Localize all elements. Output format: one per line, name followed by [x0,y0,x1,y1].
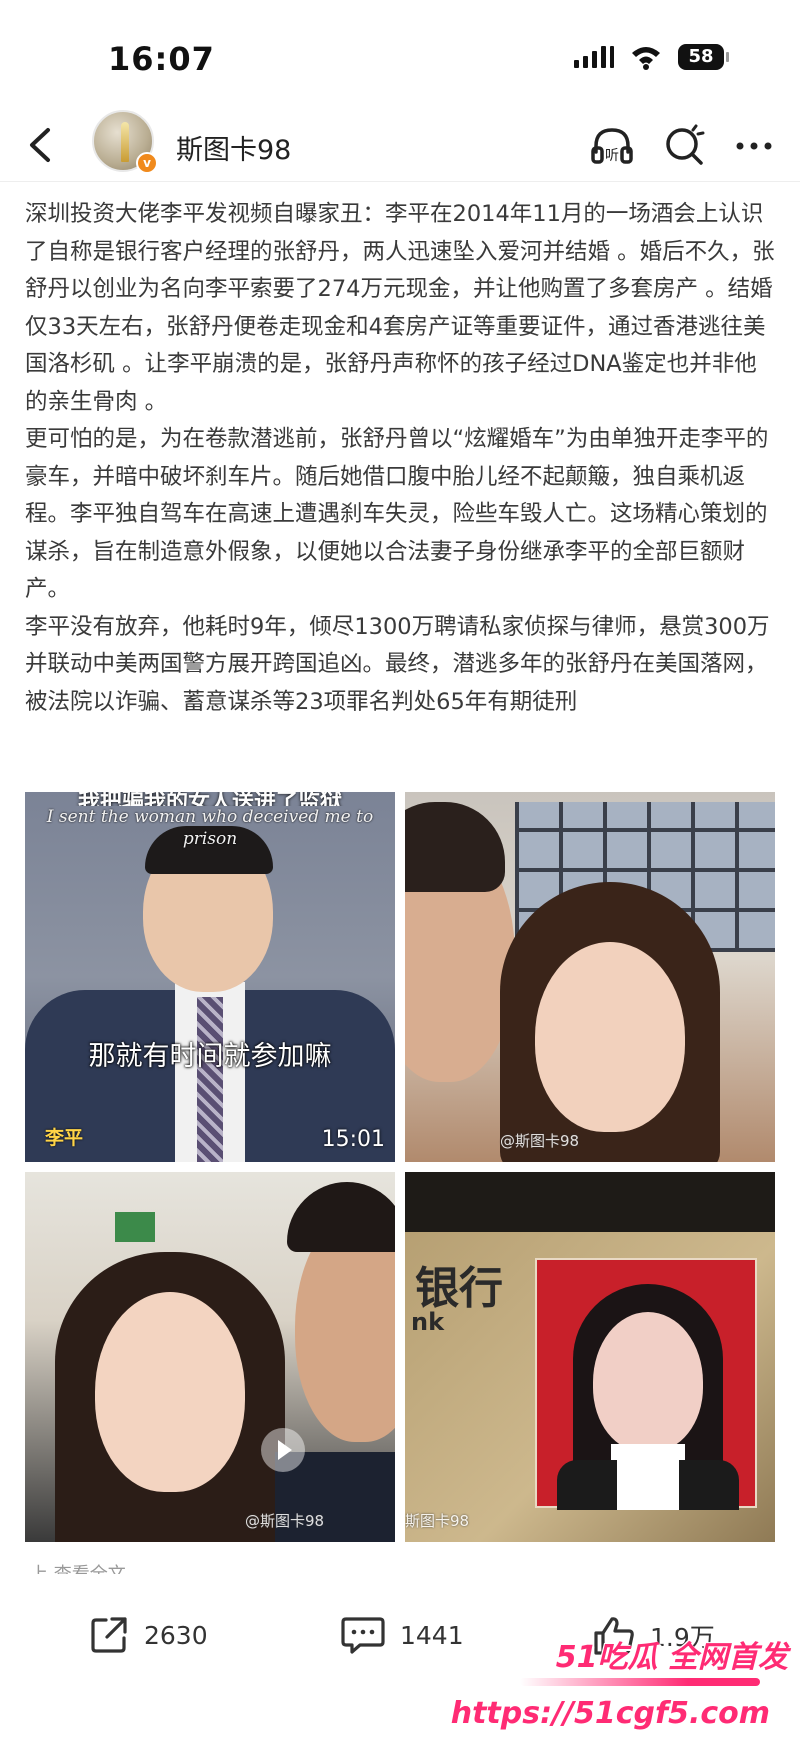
listen-button[interactable]: 听 [588,122,636,170]
wifi-icon [632,47,660,70]
back-button[interactable] [18,118,66,172]
battery-icon: 58 [678,44,729,70]
image-watermark: 斯图卡98 [405,1512,470,1530]
cellular-signal-icon [574,46,614,68]
more-icon [736,142,772,150]
post-paragraph: 李平没有放弃，他耗时9年，倾尽1300万聘请私家侦探与律师，悬赏300万并联动中… [25,613,770,715]
promo-watermark: 51吃瓜 全网首发 https://51cgf5.com [451,1620,800,1738]
image-watermark: @斯图卡98 [500,1132,580,1150]
comment-icon [341,1617,385,1654]
status-icons: 58 [574,44,729,70]
promo-url: https://51cgf5.com [450,1696,770,1731]
post-header: v 斯图卡98 听 [0,108,800,182]
svg-text:听: 听 [605,148,619,164]
video-caption-cn: 我把骗我的女人送进了监狱 [77,792,342,806]
promo-swoosh [520,1678,760,1686]
photo-id-card[interactable]: 银行 nk 斯图卡98 [405,1172,775,1542]
photo-couple-selfie[interactable]: @斯图卡98 [405,792,775,1162]
comment-button[interactable]: 1441 [340,1614,464,1656]
more-button[interactable] [730,122,778,170]
play-icon [261,1428,305,1472]
share-button[interactable]: 2630 [88,1614,208,1656]
bank-sign-sub: nk [411,1308,445,1336]
status-time: 16:07 [108,40,215,78]
back-chevron-icon [30,128,50,162]
comment-count: 1441 [400,1620,464,1650]
share-count: 2630 [144,1620,208,1650]
image-watermark: @斯图卡98 [245,1512,325,1530]
listen-headphones-icon: 听 [591,128,633,164]
bank-sign-text: 银行 [415,1263,503,1314]
id-portrait [535,1258,757,1510]
promo-title: 51吃瓜 全网首发 [555,1640,788,1675]
post-paragraph: 更可怕的是，为在卷款潜逃前，张舒丹曾以“炫耀婚车”为由单独开走李平的豪车，并暗中… [25,426,769,602]
video-caption-en: I sent the woman who deceived me to pris… [46,807,374,849]
verified-badge-icon: v [136,152,158,174]
post-body-text: 深圳投资大佬李平发视频自曝家丑：李平在2014年11月的一场酒会上认识了自称是银… [25,196,777,721]
search-icon [666,124,705,165]
username[interactable]: 斯图卡98 [176,128,291,167]
video-duration: 15:01 [321,1127,385,1152]
video-subtitle: 那就有时间就参加嘛 [88,1041,332,1072]
share-icon [91,1617,127,1653]
status-bar: 16:07 58 [0,0,800,110]
search-button[interactable] [660,122,708,170]
photo-couple-selfie-2[interactable]: @斯图卡98 [25,1172,395,1542]
video-name-tag: 李平 [45,1127,84,1149]
more-hint-text: 上 查看全文 [30,1560,126,1574]
video-thumbnail[interactable]: 我把骗我的女人送进了监狱 I sent the woman who deceiv… [25,792,395,1162]
post-paragraph: 深圳投资大佬李平发视频自曝家丑：李平在2014年11月的一场酒会上认识了自称是银… [25,201,775,415]
video-caption: 我把骗我的女人送进了监狱 I sent the woman who deceiv… [25,792,395,850]
